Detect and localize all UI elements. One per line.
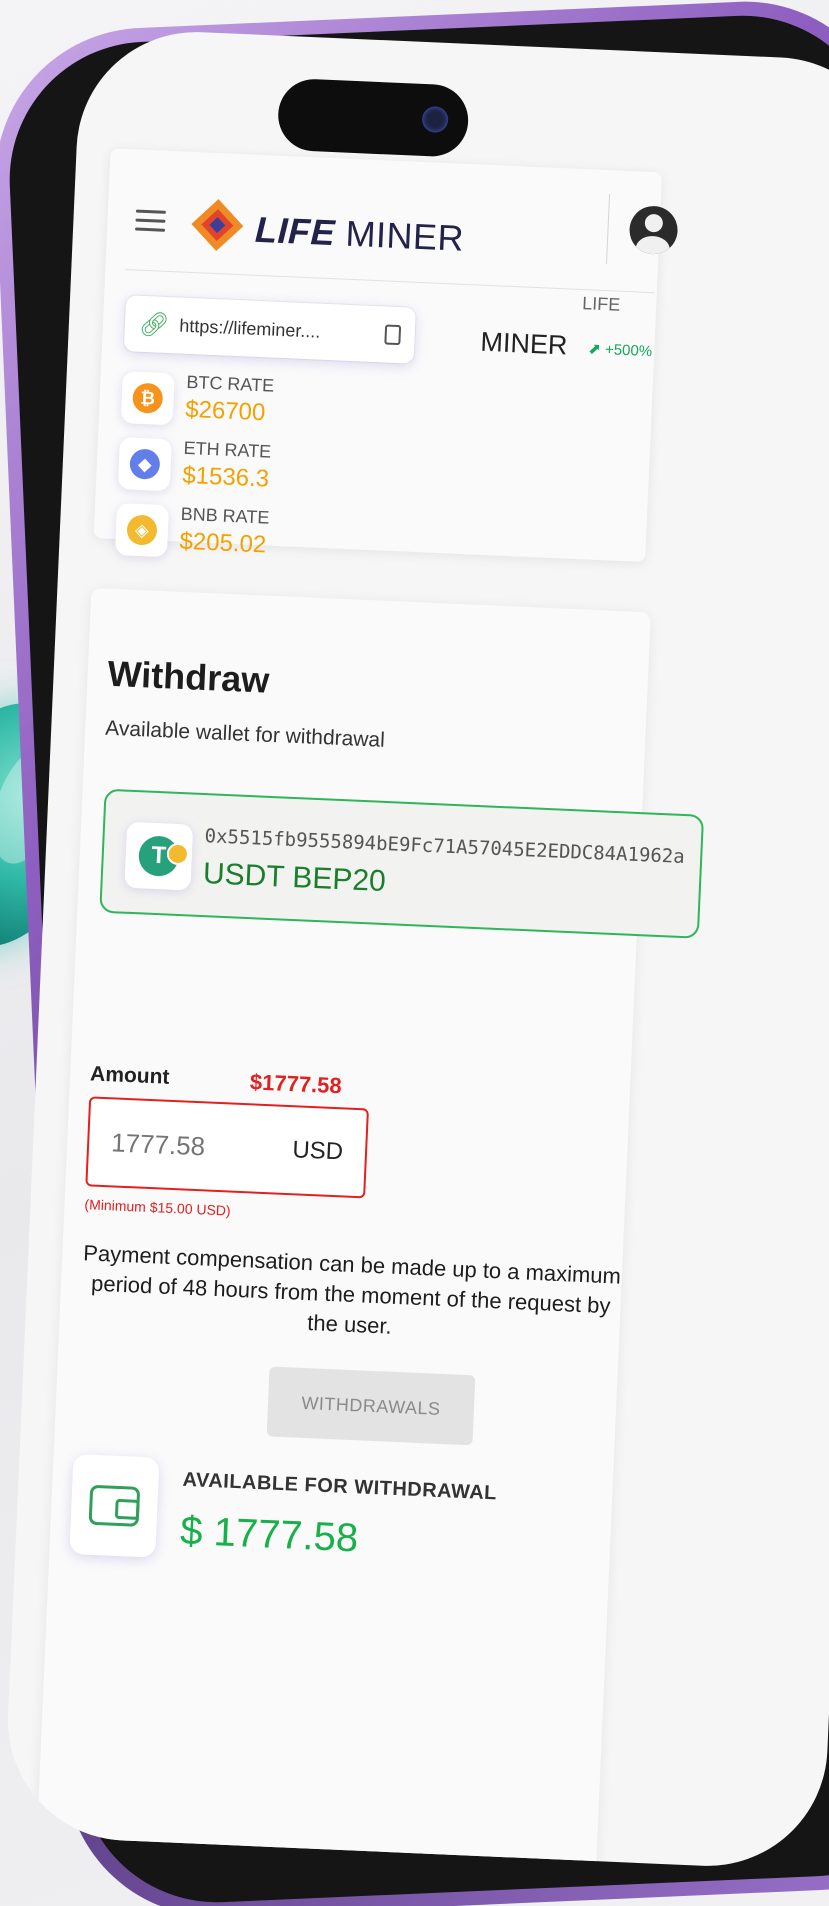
- rate-value: $26700: [184, 395, 266, 427]
- wallet-network: USDT BEP20: [202, 857, 387, 899]
- eth-icon: ◆: [117, 437, 172, 492]
- rate-value: $205.02: [178, 527, 267, 559]
- referral-link-box[interactable]: 🔗︎ https://lifeminer....: [123, 295, 416, 364]
- usdt-icon: T: [124, 821, 194, 891]
- rate-label: ETH RATE: [183, 437, 272, 462]
- header-divider-line: [125, 269, 655, 294]
- menu-icon[interactable]: [135, 209, 166, 233]
- wallet-icon: [69, 1453, 160, 1558]
- link-icon: 🔗︎: [138, 310, 171, 339]
- amount-minimum-hint: (Minimum $15.00 USD): [84, 1196, 231, 1219]
- header-card: LIFE MINER 🔗︎ https://lifeminer.... LIFE…: [93, 148, 679, 563]
- withdrawals-button[interactable]: WITHDRAWALS: [266, 1366, 476, 1446]
- page-title: Withdraw: [106, 652, 271, 701]
- ticker-symbol-small: LIFE: [581, 293, 621, 315]
- amount-unit: USD: [291, 1136, 344, 1166]
- payment-notice: Payment compensation can be made up to a…: [82, 1240, 622, 1339]
- logo-text: LIFE MINER: [254, 208, 465, 259]
- logo-icon: [191, 199, 244, 252]
- ticker-change: ⬈ +500%: [587, 340, 653, 361]
- withdraw-card: Withdraw Available wallet for withdrawal…: [36, 587, 705, 1872]
- amount-label: Amount: [89, 1062, 170, 1089]
- avatar[interactable]: [628, 205, 679, 256]
- amount-input[interactable]: [110, 1126, 294, 1166]
- available-value: $ 1777.58: [179, 1508, 360, 1561]
- rate-label: BNB RATE: [180, 503, 270, 528]
- btc-icon: ₿: [120, 371, 175, 426]
- amount-field[interactable]: USD: [85, 1096, 369, 1199]
- withdraw-subtitle: Available wallet for withdrawal: [104, 716, 386, 752]
- rate-value: $1536.3: [181, 461, 270, 493]
- phone-screen: LIFE MINER 🔗︎ https://lifeminer.... LIFE…: [2, 26, 829, 1872]
- amount-balance: $1777.58: [249, 1069, 343, 1099]
- ticker-name: MINER: [479, 326, 569, 361]
- header-divider: [606, 194, 611, 265]
- available-label: AVAILABLE FOR WITHDRAWAL: [182, 1468, 498, 1505]
- wallet-option-usdt[interactable]: T 0x5515fb9555894bE9Fc71A57045E2EDDC84A1…: [99, 788, 705, 939]
- bnb-icon: ◈: [114, 502, 170, 558]
- referral-url: https://lifeminer....: [178, 315, 321, 342]
- rate-label: BTC RATE: [186, 371, 275, 396]
- copy-icon[interactable]: [384, 324, 402, 346]
- app-content: LIFE MINER 🔗︎ https://lifeminer.... LIFE…: [3, 27, 705, 1872]
